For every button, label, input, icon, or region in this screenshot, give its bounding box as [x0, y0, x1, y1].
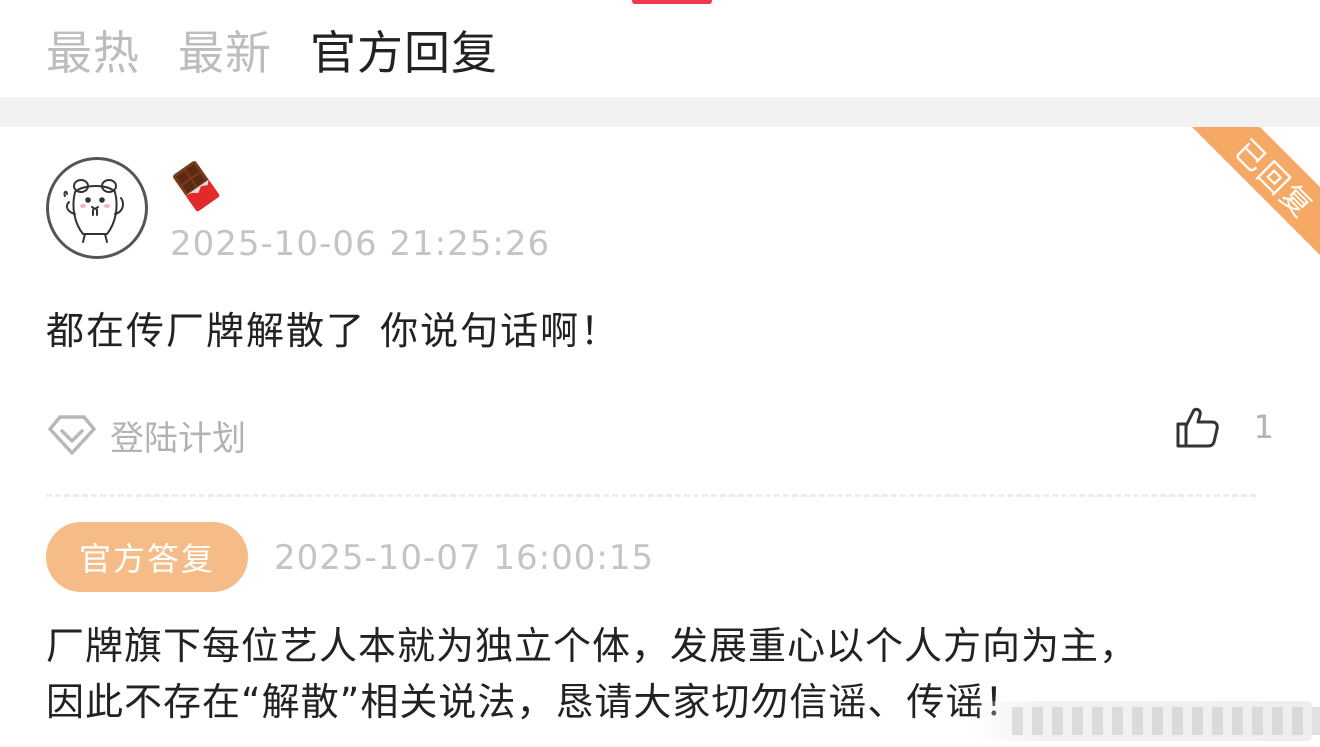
official-reply-badge: 官方答复 — [46, 522, 248, 592]
chocolate-bar-icon — [170, 160, 222, 212]
replied-ribbon: 已回复 — [1180, 127, 1320, 267]
watermark-overlay — [972, 701, 1320, 741]
like-button[interactable]: 1 — [1174, 404, 1274, 450]
thumbs-up-icon — [1176, 407, 1219, 448]
like-count: 1 — [1253, 408, 1274, 446]
comment-sort-tabs: 最热 最新 官方回复 — [46, 22, 536, 84]
reply-line-1: 厂牌旗下每位艺人本就为独立个体，发展重心以个人方向为主， — [46, 624, 1139, 668]
reply-timestamp: 2025-10-07 16:00:15 — [274, 538, 655, 578]
tab-official-reply[interactable]: 官方回复 — [310, 22, 498, 84]
watermark-stripes — [1012, 707, 1320, 735]
avatar[interactable] — [46, 157, 148, 259]
topic-tag[interactable]: 登陆计划 — [46, 412, 246, 459]
section-divider — [0, 97, 1320, 127]
tab-newest[interactable]: 最新 — [178, 22, 272, 84]
hamster-avatar-icon — [63, 179, 124, 243]
topic-tag-label: 登陆计划 — [110, 418, 246, 459]
top-tab-indicator — [632, 0, 712, 4]
comment-text: 都在传厂牌解散了 你说句话啊！ — [46, 309, 621, 353]
reply-separator — [46, 494, 1256, 497]
replied-ribbon-label: 已回复 — [1181, 127, 1320, 267]
tab-hottest[interactable]: 最热 — [46, 22, 140, 84]
comment-timestamp: 2025-10-06 21:25:26 — [170, 224, 551, 264]
diamond-heart-icon — [48, 415, 96, 455]
